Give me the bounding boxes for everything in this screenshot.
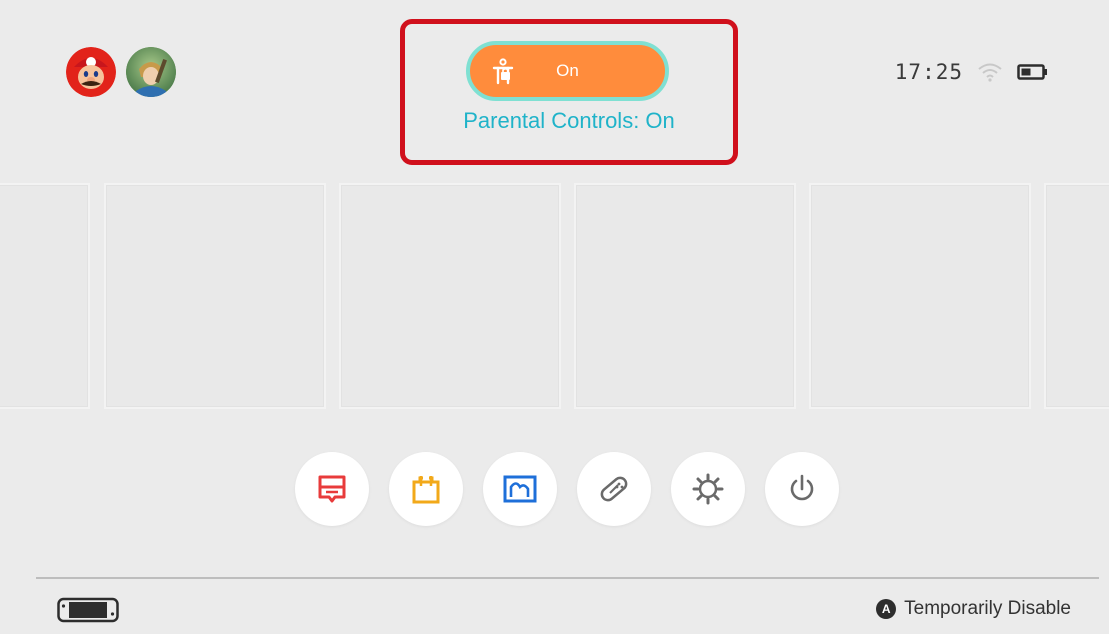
mario-avatar-icon bbox=[66, 47, 116, 97]
temporarily-disable-label: Temporarily Disable bbox=[904, 598, 1071, 619]
controllers-button[interactable] bbox=[577, 452, 651, 526]
game-tile[interactable] bbox=[0, 183, 90, 409]
power-button[interactable] bbox=[765, 452, 839, 526]
a-button-icon: A bbox=[876, 599, 897, 619]
news-button[interactable] bbox=[295, 452, 369, 526]
status-bar: 17:25 bbox=[895, 60, 1049, 84]
parental-controls-state: On bbox=[556, 61, 579, 80]
controller-icon bbox=[600, 476, 628, 502]
clock: 17:25 bbox=[894, 60, 963, 84]
game-tile[interactable] bbox=[104, 183, 326, 409]
game-tile[interactable] bbox=[574, 183, 796, 409]
parental-controls-toggle[interactable]: On bbox=[466, 41, 669, 101]
parental-controls-label: Parental Controls: On bbox=[463, 108, 675, 133]
console-icon bbox=[57, 597, 119, 623]
game-tiles-row bbox=[0, 183, 1109, 409]
footer-divider bbox=[36, 577, 1099, 579]
album-icon bbox=[503, 475, 537, 503]
console-mode-button[interactable] bbox=[57, 597, 119, 628]
link-avatar-icon bbox=[126, 47, 176, 97]
user-avatar-mario[interactable] bbox=[66, 47, 116, 97]
game-tile[interactable] bbox=[339, 183, 561, 409]
system-settings-button[interactable] bbox=[671, 452, 745, 526]
news-icon bbox=[318, 475, 346, 503]
settings-gear-icon bbox=[692, 473, 724, 505]
shop-bag-icon bbox=[412, 476, 440, 504]
game-tile[interactable] bbox=[1044, 183, 1109, 409]
battery-icon bbox=[1017, 64, 1047, 80]
game-tile[interactable] bbox=[809, 183, 1031, 409]
shop-button[interactable] bbox=[389, 452, 463, 526]
album-button[interactable] bbox=[483, 452, 557, 526]
user-avatar-link[interactable] bbox=[126, 47, 176, 97]
power-icon bbox=[790, 474, 814, 501]
home-menu-dock bbox=[295, 452, 839, 526]
temporarily-disable-hint[interactable]: A Temporarily Disable bbox=[876, 598, 1071, 620]
wifi-icon bbox=[978, 63, 1002, 82]
